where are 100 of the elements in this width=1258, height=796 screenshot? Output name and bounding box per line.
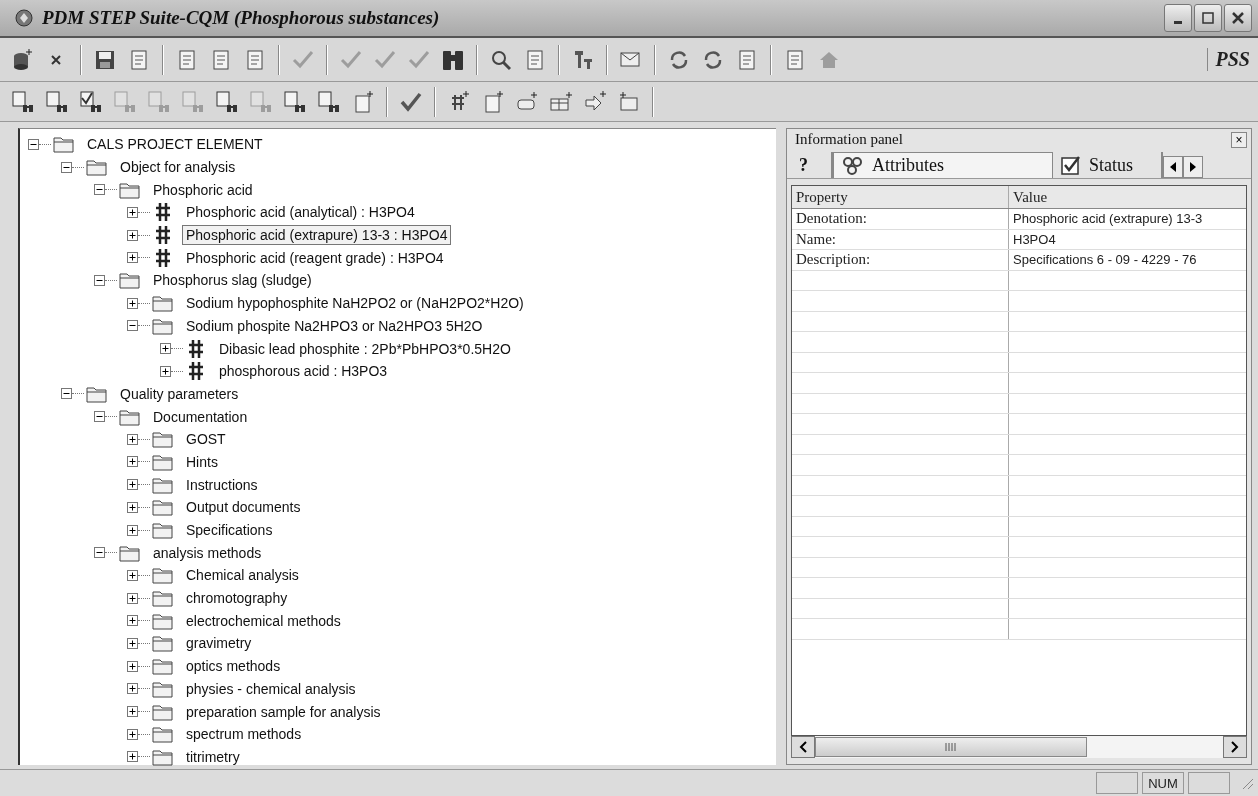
expander-toggle[interactable] (127, 433, 138, 445)
expander-toggle[interactable] (127, 501, 138, 513)
folder-icon (152, 589, 174, 608)
folder-icon (119, 271, 141, 290)
resize-grip[interactable] (1240, 776, 1254, 790)
folder-icon (152, 498, 174, 517)
database-icon (11, 47, 35, 72)
tree-item[interactable]: spectrum methods (182, 724, 306, 745)
expander-toggle[interactable] (127, 206, 138, 218)
minimize-button[interactable] (1164, 4, 1192, 32)
document-search-icon (215, 89, 239, 114)
tree-item[interactable]: physies - chemical analysis (182, 678, 360, 699)
column-header[interactable]: Value (1009, 186, 1246, 208)
tree-item[interactable]: Instructions (182, 474, 262, 495)
scroll-left-button[interactable] (1163, 156, 1183, 178)
tree-item[interactable]: gravimetry (182, 633, 256, 654)
expander-toggle[interactable] (127, 592, 138, 604)
expander-toggle[interactable] (61, 388, 72, 400)
scroll-thumb[interactable] (815, 737, 1087, 757)
expander-toggle[interactable] (94, 411, 105, 423)
expander-toggle[interactable] (127, 683, 138, 695)
maximize-button[interactable] (1194, 4, 1222, 32)
column-header[interactable]: Property (792, 186, 1009, 208)
tree-item[interactable]: Hints (182, 451, 222, 472)
property-name: Name: (792, 229, 1009, 249)
folder-icon (152, 657, 174, 676)
tree-item[interactable]: Quality parameters (116, 383, 243, 404)
expander-toggle[interactable] (127, 660, 138, 672)
expander-toggle[interactable] (94, 547, 105, 559)
folder-icon (86, 158, 108, 177)
scroll-left-button[interactable] (791, 736, 815, 758)
status-panel (1096, 772, 1138, 794)
folder-icon (152, 452, 174, 471)
expander-toggle[interactable] (160, 343, 171, 355)
close-icon (1231, 11, 1245, 25)
tree-item[interactable]: Phosphoric acid (analytical) : H3PO4 (182, 202, 419, 223)
expander-toggle[interactable] (28, 138, 39, 150)
tree-item[interactable]: Documentation (149, 406, 252, 427)
tree-item[interactable]: Object for analysis (116, 157, 240, 178)
app-icon (14, 8, 34, 28)
tab[interactable]: Attributes (833, 152, 1053, 178)
attributes-icon (842, 155, 864, 176)
expander-toggle[interactable] (94, 274, 105, 286)
window-title: PDM STEP Suite-CQM (Phosphorous substances) (42, 7, 440, 29)
tree-item[interactable]: Sodium phospite Na2HPO3 or Na2HPO3 5H2O (182, 315, 487, 336)
folder-icon (152, 611, 174, 630)
tree-item[interactable]: Chemical analysis (182, 565, 303, 586)
expander-toggle[interactable] (94, 184, 105, 196)
expander-toggle[interactable] (160, 365, 171, 377)
scroll-right-button[interactable] (1183, 156, 1203, 178)
close-button[interactable]: × (1231, 131, 1247, 148)
property-name: Description: (792, 250, 1009, 270)
document-search-icon (249, 89, 273, 114)
tree-item[interactable]: optics methods (182, 656, 285, 677)
expander-toggle[interactable] (127, 252, 138, 264)
tree-item[interactable]: Phosphoric acid (extrapure) 13-3 : H3PO4 (182, 225, 452, 246)
scroll-right-button[interactable] (1223, 736, 1247, 758)
expander-toggle[interactable] (127, 751, 138, 763)
close-button[interactable] (1224, 4, 1252, 32)
tree-item[interactable]: analysis methods (149, 542, 266, 563)
expander-toggle[interactable] (127, 479, 138, 491)
tree-item[interactable]: Dibasic lead phosphite : 2Pb*PbHPO3*0.5H2O (215, 338, 515, 359)
tree-item[interactable]: Phosphorus slag (sludge) (149, 270, 316, 291)
tree-item[interactable]: Specifications (182, 520, 277, 541)
tree-item[interactable]: chromotography (182, 588, 292, 609)
property-value: Phosphoric acid (extrapure) 13-3 (1012, 210, 1204, 229)
document-search-icon (113, 89, 137, 114)
expander-toggle[interactable] (127, 615, 138, 627)
expander-toggle[interactable] (127, 637, 138, 649)
note-icon (617, 89, 641, 114)
tree-item[interactable]: preparation sample for analysis (182, 701, 385, 722)
tree-item[interactable]: phosphorous acid : H3PO3 (215, 361, 392, 382)
tab[interactable]: Status (1053, 152, 1163, 178)
expander-toggle[interactable] (127, 320, 138, 332)
expander-toggle[interactable] (127, 706, 138, 718)
expander-toggle[interactable] (127, 456, 138, 468)
tree-item[interactable]: CALS PROJECT ELEMENT (83, 134, 267, 155)
tree-item[interactable]: Phosphoric acid (reagent grade) : H3PO4 (182, 247, 448, 268)
folder-icon (152, 634, 174, 653)
tree-item[interactable]: electrochemical methods (182, 610, 345, 631)
maximize-icon (1201, 11, 1215, 25)
expander-toggle[interactable] (127, 728, 138, 740)
expander-toggle[interactable] (127, 569, 138, 581)
checkbox-icon (1061, 155, 1081, 175)
expander-toggle[interactable] (127, 297, 138, 309)
expander-toggle[interactable] (127, 229, 138, 241)
expander-toggle[interactable] (127, 524, 138, 536)
expander-toggle[interactable] (61, 161, 72, 173)
folder-icon (119, 407, 141, 426)
right-arrow-icon (1189, 162, 1197, 172)
tree-item[interactable]: GOST (182, 429, 230, 450)
tree-item[interactable]: titrimetry (182, 746, 244, 767)
tree-item[interactable]: Output documents (182, 497, 305, 518)
tree-item[interactable]: Sodium hypophosphite NaH2PO2 or (NaH2PO2*H2O) (182, 293, 528, 314)
grip-icon (945, 743, 957, 751)
folder-icon (119, 543, 141, 562)
horizontal-scrollbar[interactable] (791, 736, 1247, 758)
folder-icon (152, 521, 174, 540)
folder-icon (86, 384, 108, 403)
tree-item[interactable]: Phosphoric acid (149, 179, 257, 200)
